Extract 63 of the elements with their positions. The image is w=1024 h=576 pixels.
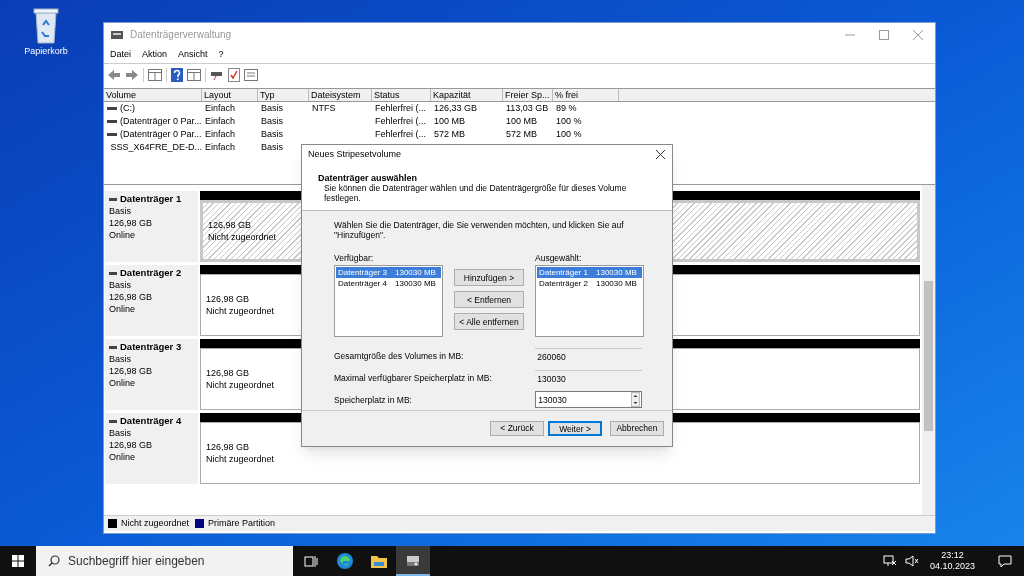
disk-size: 126,98 GB (109, 291, 154, 303)
dialog-subheading: Sie können die Datenträger wählen und die Datenträgergröße für dieses Volume festlegen. (323, 183, 628, 203)
table-cell-text: Einfach (205, 101, 236, 115)
table-cell-text: 100 % (556, 114, 582, 128)
disk-status: Online (109, 451, 136, 463)
table-cell-text: 100 MB (434, 114, 466, 128)
table-cell-text: SSS_X64FRE_DE-D... (110, 140, 202, 154)
table-cell-text: NTFS (312, 101, 336, 115)
table-cell-text: Basis (261, 114, 283, 128)
table-cell-text: 113,03 GB (506, 101, 549, 115)
partition-status: Nicht zugeordnet (206, 453, 275, 465)
field-label: Maximal verfügbarer Speicherplatz in MB: (334, 372, 493, 383)
disk-name: Datenträger 3 (120, 341, 182, 353)
table-cell-text: Fehlerfrei (... (375, 101, 426, 115)
table-cell-text: (C:) (120, 101, 135, 115)
table-cell-text: Basis (261, 101, 283, 115)
table-cell-text: 572 MB (434, 127, 466, 141)
partition-size: 126,98 GB (206, 293, 250, 305)
table-cell-text: 89 % (556, 101, 577, 115)
partition-status: Nicht zugeordnet (208, 231, 277, 243)
field-label: Speicherplatz in MB: (334, 394, 413, 405)
disk-status: Online (109, 229, 136, 241)
table-cell-text: 126,33 GB (434, 101, 478, 115)
partition-status: Nicht zugeordnet (206, 379, 275, 391)
table-cell-text: Fehlerfrei (... (375, 127, 426, 141)
table-cell-text: (Datenträger 0 Par... (120, 114, 202, 128)
disk-status: Online (109, 303, 136, 315)
disk-type: Basis (109, 353, 132, 365)
dialog-heading: Datenträger auswählen (318, 173, 419, 183)
table-cell-text: Einfach (205, 140, 236, 154)
disk-name: Datenträger 1 (120, 193, 182, 205)
window-title: Datenträgerverwaltung (130, 28, 232, 42)
disk-name: Datenträger 2 (120, 267, 182, 279)
instruction-text: Wählen Sie die Datenträger, die Sie verwenden möchten, und klicken Sie auf "Hinzufügen". (334, 220, 625, 240)
disk-type: Basis (109, 279, 132, 291)
list-label: Ausgewählt: (535, 253, 582, 263)
partition-size: 126,98 GB (206, 441, 250, 453)
table-cell-text: Einfach (205, 127, 236, 141)
disk-type: Basis (109, 205, 132, 217)
table-cell-text: Einfach (205, 114, 236, 128)
table-cell-text: 572 MB (506, 127, 538, 141)
disk-status: Online (109, 377, 136, 389)
table-cell-text: Fehlerfrei (... (375, 114, 426, 128)
table-cell-text: Basis (261, 127, 283, 141)
field-label: Gesamtgröße des Volumes in MB: (334, 350, 465, 361)
readonly-field: 130030 (535, 370, 642, 385)
partition-status: Nicht zugeordnet (206, 305, 275, 317)
table-cell-text: 100 % (556, 127, 582, 141)
legend-label: Primäre Partition (208, 516, 276, 530)
list-label: Verfügbar: (334, 253, 374, 263)
disk-size: 126,98 GB (109, 217, 154, 229)
table-cell-text: (Datenträger 0 Par... (120, 127, 202, 141)
readonly-field: 260060 (535, 348, 642, 363)
table-cell-text: Basis (261, 140, 283, 154)
partition-size: 126,98 GB (208, 219, 252, 231)
disk-size: 126,98 GB (109, 439, 154, 451)
disk-type: Basis (109, 427, 132, 439)
table-cell-text: 100 MB (506, 114, 538, 128)
disk-name: Datenträger 4 (120, 415, 182, 427)
legend-label: Nicht zugeordnet (121, 516, 190, 530)
dialog-title: Neues Stripesetvolume (308, 147, 402, 161)
partition-size: 126,98 GB (206, 367, 250, 379)
disk-size: 126,98 GB (109, 365, 154, 377)
